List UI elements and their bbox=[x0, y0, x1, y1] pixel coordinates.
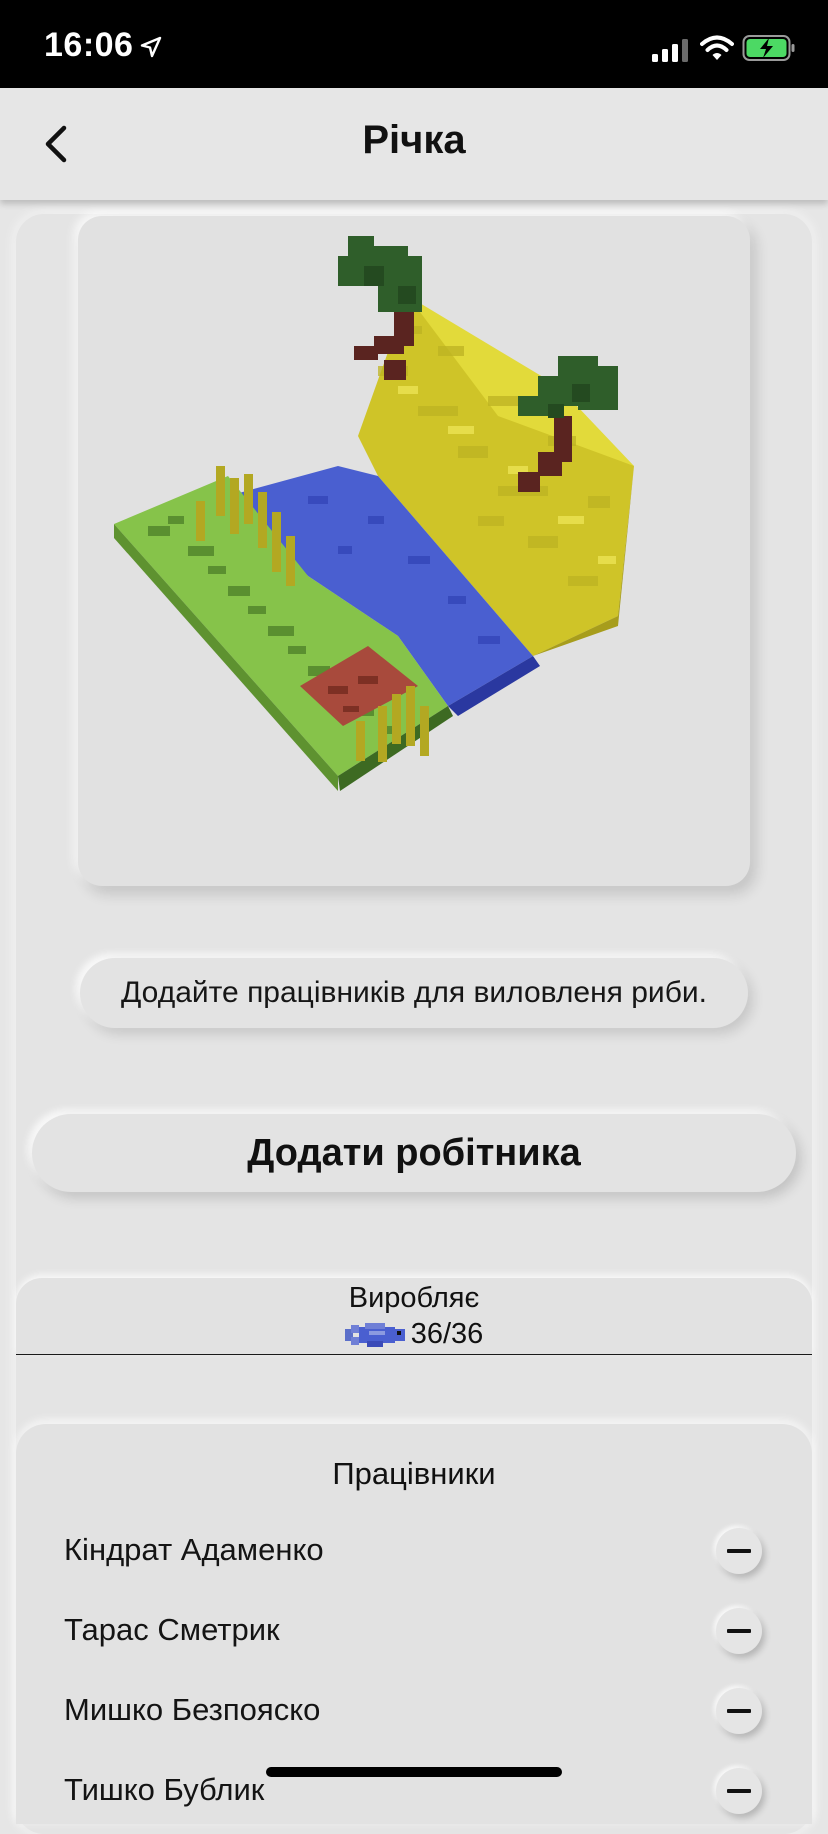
fish-icon bbox=[344, 1322, 405, 1347]
workers-panel: Працівники Кіндрат Адаменко Тарас Сметри… bbox=[16, 1424, 812, 1824]
worker-row: Кіндрат Адаменко bbox=[16, 1512, 812, 1592]
cellular-signal-icon bbox=[652, 39, 688, 62]
wifi-icon bbox=[700, 35, 734, 60]
home-indicator[interactable] bbox=[266, 1767, 562, 1777]
production-label: Виробляє bbox=[348, 1282, 480, 1314]
nav-bar: Річка bbox=[0, 88, 828, 200]
hint-message: Додайте працівників для виловленя риби. bbox=[80, 958, 748, 1028]
production-amount: 36/36 bbox=[410, 1318, 484, 1350]
location-arrow-icon bbox=[140, 36, 162, 58]
worker-row: Мишко Безпояско bbox=[16, 1672, 812, 1752]
remove-worker-button[interactable] bbox=[716, 1528, 762, 1574]
worker-name: Кіндрат Адаменко bbox=[64, 1532, 324, 1567]
status-bar: 16:06 bbox=[0, 0, 828, 88]
production-row: 36/36 bbox=[16, 1318, 812, 1351]
remove-worker-button[interactable] bbox=[716, 1688, 762, 1734]
worker-row: Тарас Сметрик bbox=[16, 1592, 812, 1672]
scene-image-card bbox=[78, 216, 750, 886]
remove-worker-button[interactable] bbox=[716, 1608, 762, 1654]
worker-name: Тарас Сметрик bbox=[64, 1612, 280, 1647]
add-worker-button[interactable]: Додати робітника bbox=[32, 1114, 796, 1192]
remove-worker-button[interactable] bbox=[716, 1768, 762, 1814]
worker-name: Мишко Безпояско bbox=[64, 1692, 321, 1727]
status-time: 16:06 bbox=[44, 26, 134, 64]
production-panel: Виробляє 36/36 bbox=[16, 1278, 812, 1355]
voxel-river-scene bbox=[114, 236, 634, 791]
battery-charging-icon bbox=[742, 35, 795, 61]
worker-row: Тишко Бублик bbox=[16, 1752, 812, 1832]
page-title: Річка bbox=[362, 118, 466, 162]
worker-name: Тишко Бублик bbox=[64, 1772, 265, 1807]
workers-title: Працівники bbox=[332, 1456, 496, 1491]
